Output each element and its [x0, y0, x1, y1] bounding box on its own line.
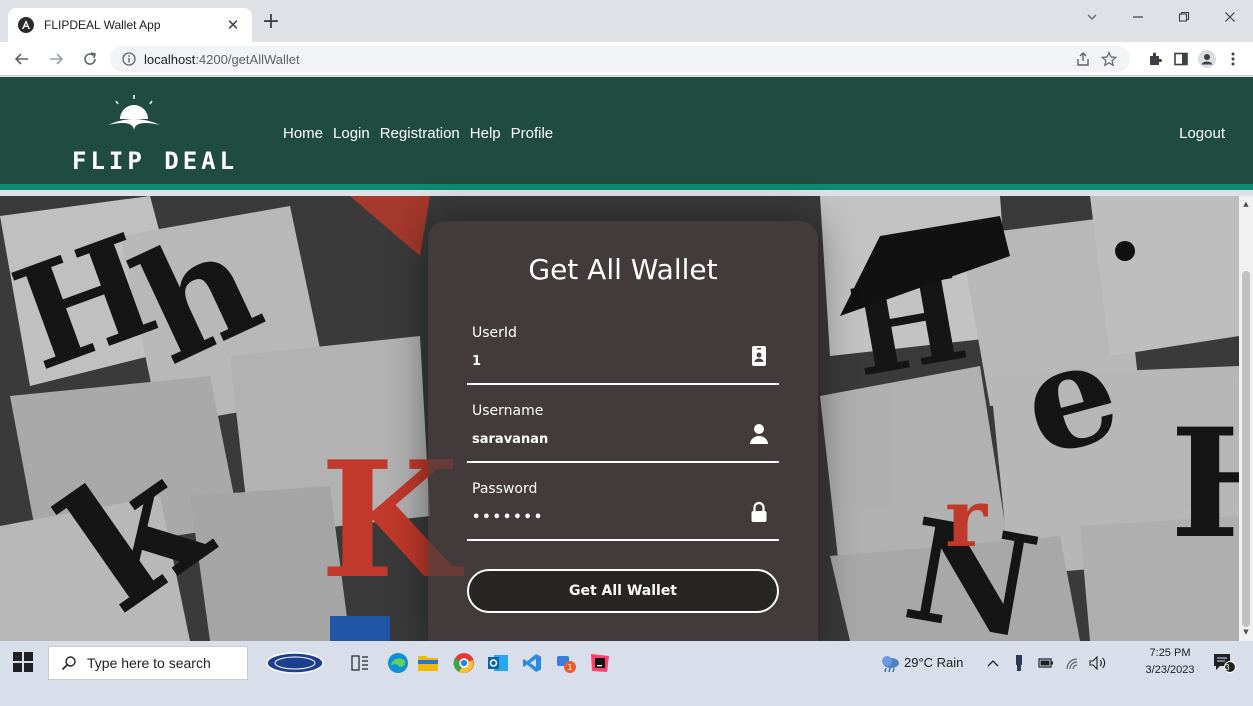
- intellij-icon[interactable]: [586, 649, 614, 677]
- new-tab-button[interactable]: +: [258, 10, 284, 36]
- volume-icon[interactable]: [1088, 649, 1108, 677]
- wifi-icon[interactable]: [1062, 649, 1082, 677]
- forward-arrow-icon[interactable]: [44, 46, 68, 72]
- search-icon: [61, 656, 76, 671]
- tab-search-icon[interactable]: [1069, 0, 1115, 34]
- nav-help[interactable]: Help: [470, 125, 501, 142]
- angular-favicon-icon: [18, 17, 34, 33]
- password-field: Password: [467, 481, 779, 541]
- share-icon[interactable]: [1074, 50, 1092, 68]
- logo-text: FLIP DEAL: [72, 147, 239, 175]
- minimize-button[interactable]: [1115, 0, 1161, 34]
- userid-field: UserId: [467, 325, 779, 385]
- bookmark-star-icon[interactable]: [1100, 50, 1118, 68]
- close-tab-icon[interactable]: ✕: [224, 16, 242, 34]
- taskbar-search-box[interactable]: Type here to search: [48, 646, 248, 680]
- info-icon[interactable]: [122, 52, 136, 66]
- nav-home[interactable]: Home: [283, 125, 323, 142]
- vscode-icon[interactable]: [518, 649, 546, 677]
- clock-date: 3/23/2023: [1145, 664, 1195, 676]
- url-host: localhost: [144, 51, 196, 67]
- usb-device-icon[interactable]: [1010, 649, 1028, 677]
- url-path: :4200/getAllWallet: [195, 51, 300, 67]
- lock-icon: [751, 501, 767, 522]
- weather-icon[interactable]: [876, 649, 904, 677]
- address-bar[interactable]: localhost:4200/getAllWallet: [110, 46, 1130, 72]
- notification-count-badge: 3: [1225, 663, 1230, 672]
- url-text: localhost:4200/getAllWallet: [144, 52, 300, 67]
- tab-title: FLIPDEAL Wallet App: [44, 18, 161, 32]
- main-nav: Home Login Registration Help Profile: [283, 125, 553, 142]
- search-placeholder: Type here to search: [87, 655, 211, 671]
- sunrise-logo-icon: [108, 95, 160, 131]
- restore-button[interactable]: [1161, 0, 1207, 34]
- clock-time: 7:25 PM: [1149, 647, 1191, 659]
- notification-center-icon[interactable]: 3: [1210, 649, 1238, 677]
- show-hidden-icons-chevron-icon[interactable]: [984, 649, 1002, 677]
- browser-toolbar: localhost:4200/getAllWallet: [0, 42, 1253, 76]
- logout-link[interactable]: Logout: [1179, 125, 1225, 142]
- browser-tab[interactable]: FLIPDEAL Wallet App ✕: [8, 8, 252, 42]
- svg-text:1: 1: [568, 663, 573, 672]
- site-navbar: FLIP DEAL Home Login Registration Help P…: [0, 77, 1253, 190]
- svg-text:r: r: [945, 471, 988, 565]
- extensions-icon[interactable]: [1146, 50, 1164, 68]
- scroll-up-arrow-icon[interactable]: ▲: [1242, 200, 1250, 208]
- windows-taskbar: Type here to search 1 29°C Rain 7:25 PM …: [0, 641, 1253, 706]
- side-panel-icon[interactable]: [1172, 50, 1190, 68]
- outlook-icon[interactable]: [484, 649, 512, 677]
- svg-text:H: H: [1170, 396, 1239, 572]
- window-controls: [1069, 0, 1253, 34]
- chrome-app-icon[interactable]: [450, 649, 478, 677]
- windows-start-icon[interactable]: [12, 651, 34, 673]
- back-arrow-icon[interactable]: [10, 46, 34, 72]
- file-explorer-icon[interactable]: [414, 649, 442, 677]
- close-window-button[interactable]: [1207, 0, 1253, 34]
- password-input[interactable]: [472, 507, 732, 527]
- battery-icon[interactable]: [1036, 649, 1056, 677]
- flipdeal-logo[interactable]: FLIP DEAL: [72, 95, 242, 175]
- scrollbar-thumb[interactable]: [1242, 271, 1250, 627]
- nav-profile[interactable]: Profile: [511, 125, 554, 142]
- username-label: Username: [472, 403, 544, 419]
- postman-or-tools-icon[interactable]: 1: [552, 649, 580, 677]
- form-title: Get All Wallet: [528, 253, 718, 286]
- nav-registration[interactable]: Registration: [380, 125, 460, 142]
- reload-icon[interactable]: [78, 46, 102, 72]
- page-viewport: FLIP DEAL Home Login Registration Help P…: [0, 77, 1253, 641]
- username-field: Username: [467, 403, 779, 463]
- get-all-wallet-card: Get All Wallet UserId Username Password: [428, 221, 818, 641]
- password-label: Password: [472, 481, 538, 497]
- userid-label: UserId: [472, 325, 517, 341]
- ford-app-icon[interactable]: [262, 649, 328, 677]
- user-icon: [750, 424, 768, 444]
- weather-text[interactable]: 29°C Rain: [904, 655, 963, 670]
- page-scrollbar[interactable]: ▲ ▼: [1239, 196, 1253, 641]
- chrome-menu-icon[interactable]: [1224, 50, 1242, 68]
- username-input[interactable]: [472, 429, 732, 449]
- taskbar-clock[interactable]: 7:25 PM 3/23/2023: [1140, 645, 1200, 679]
- nav-login[interactable]: Login: [333, 125, 370, 142]
- id-badge-icon: [752, 346, 766, 366]
- userid-input[interactable]: [472, 351, 732, 371]
- get-all-wallet-button[interactable]: Get All Wallet: [467, 569, 779, 613]
- scroll-down-arrow-icon[interactable]: ▼: [1242, 628, 1250, 636]
- task-view-icon[interactable]: [346, 649, 374, 677]
- edge-browser-icon[interactable]: [384, 649, 412, 677]
- browser-tabstrip: FLIPDEAL Wallet App ✕ +: [0, 0, 1253, 42]
- profile-avatar-icon[interactable]: [1198, 50, 1216, 68]
